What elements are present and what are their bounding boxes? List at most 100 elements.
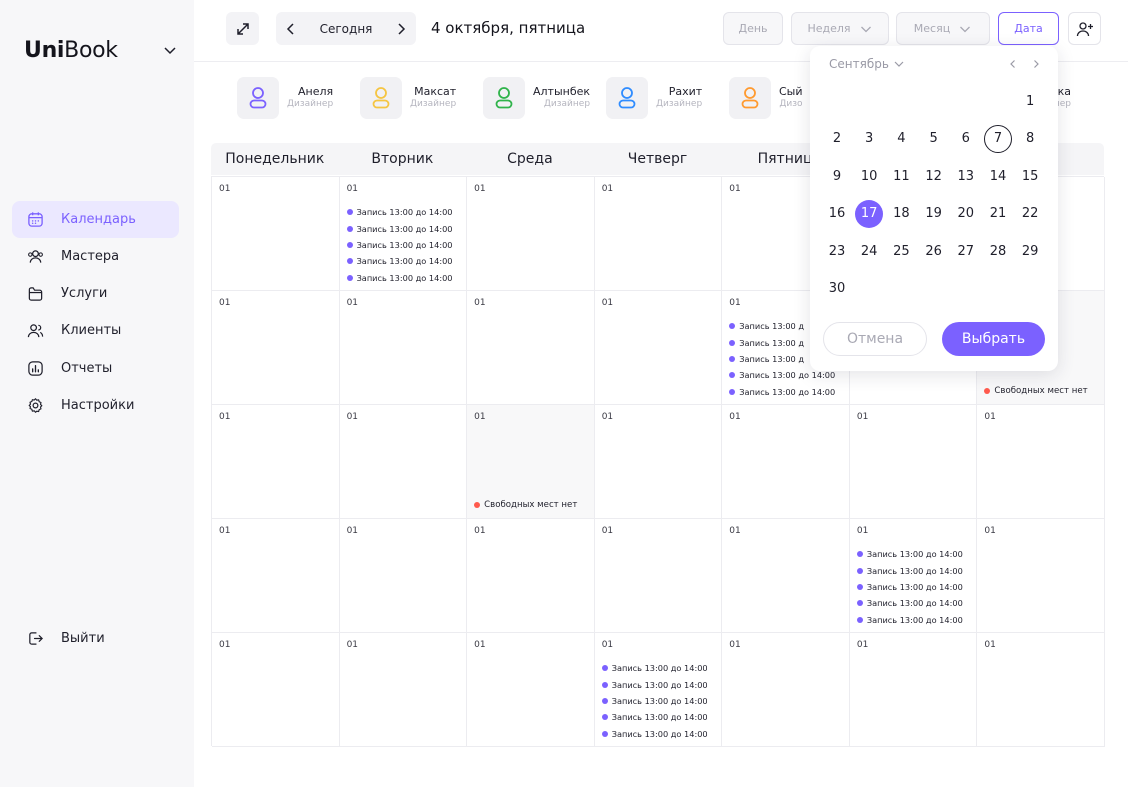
picker-day[interactable]: 13	[952, 162, 980, 190]
sidebar-item-services[interactable]: Услуги	[12, 275, 179, 312]
appointment-event[interactable]: Запись 13:00 до 14:00	[601, 693, 708, 709]
picker-day[interactable]: 27	[952, 237, 980, 265]
picker-day[interactable]: 17	[855, 199, 884, 228]
picker-day[interactable]: 29	[1016, 237, 1044, 265]
chevron-down-icon[interactable]	[162, 42, 178, 58]
appointment-event[interactable]: Запись 13:00 до 14:00	[601, 676, 708, 692]
picker-day[interactable]: 18	[887, 200, 915, 228]
appointment-event[interactable]: Запись 13:00 до 14:00	[856, 546, 963, 562]
master-card[interactable]: Максат Дизайнер	[360, 77, 456, 119]
chevron-right-icon[interactable]	[394, 22, 408, 36]
picker-day[interactable]: 4	[887, 125, 915, 153]
sidebar-item-reports[interactable]: Отчеты	[12, 350, 179, 387]
calendar-day-cell[interactable]: 01 Запись 13:00 до 14:00 Запись 13:00 до 1…	[339, 177, 468, 291]
appointment-event[interactable]: Запись 13:00 до 14:00	[346, 270, 453, 286]
appointment-event[interactable]: Запись 13:00 до 14:00	[346, 220, 453, 236]
calendar-day-cell[interactable]: 01	[849, 633, 978, 747]
calendar-day-cell[interactable]: 01	[977, 519, 1105, 633]
calendar-day-cell[interactable]: 01	[722, 405, 850, 519]
picker-day[interactable]: 21	[984, 200, 1012, 228]
calendar-day-cell[interactable]: 01	[977, 405, 1105, 519]
picker-day[interactable]: 2	[823, 125, 851, 153]
expand-button[interactable]	[226, 12, 259, 45]
picker-day[interactable]: 20	[952, 200, 980, 228]
master-card[interactable]: Рахит Дизайнер	[606, 77, 702, 119]
appointment-event[interactable]: Запись 13:00 до 14:00	[601, 660, 708, 676]
picker-day[interactable]: 8	[1016, 125, 1044, 153]
brand-logo[interactable]: UniBook	[24, 38, 118, 63]
today-button[interactable]: Сегодня	[320, 22, 373, 36]
picker-prev-icon[interactable]	[1007, 58, 1019, 70]
picker-day[interactable]: 14	[984, 162, 1012, 190]
picker-day[interactable]: 10	[855, 162, 883, 190]
calendar-day-cell[interactable]: 01 Запись 13:00 до 14:00 Запись 13:00 до 1…	[849, 519, 978, 633]
picker-day[interactable]: 12	[920, 162, 948, 190]
master-card[interactable]: Анеля Дизайнер	[237, 77, 333, 119]
calendar-day-cell[interactable]: 01	[467, 177, 595, 291]
calendar-day-cell[interactable]: 01	[594, 177, 723, 291]
picker-day[interactable]: 30	[823, 275, 851, 303]
calendar-day-cell[interactable]: 01	[467, 519, 595, 633]
picker-day[interactable]: 16	[823, 200, 851, 228]
picker-day[interactable]: 15	[1016, 162, 1044, 190]
picker-day[interactable]: 24	[855, 237, 883, 265]
master-card[interactable]: Алтынбек Дизайнер	[483, 77, 590, 119]
calendar-day-cell[interactable]: 01	[212, 633, 340, 747]
add-user-button[interactable]	[1068, 12, 1101, 45]
view-week-button[interactable]: Неделя	[791, 12, 889, 45]
appointment-event[interactable]: Запись 13:00 до 14:00	[601, 726, 708, 742]
sidebar-item-calendar[interactable]: Календарь	[12, 201, 179, 238]
sidebar-item-settings[interactable]: Настройки	[12, 387, 179, 424]
calendar-day-cell[interactable]: 01	[339, 291, 468, 405]
appointment-event[interactable]: Запись 13:00 до 14:00	[346, 253, 453, 269]
appointment-event[interactable]: Запись 13:00 до 14:00	[856, 579, 963, 595]
calendar-day-cell[interactable]: 01 Запись 13:00 до 14:00 Запись 13:00 до 1…	[594, 633, 723, 747]
calendar-day-cell[interactable]: 01	[212, 519, 340, 633]
appointment-event[interactable]: Запись 13:00 до 14:00	[856, 562, 963, 578]
select-button[interactable]: Выбрать	[942, 322, 1045, 356]
picker-day[interactable]: 25	[887, 237, 915, 265]
calendar-day-cell[interactable]: 01	[467, 633, 595, 747]
picker-next-icon[interactable]	[1030, 58, 1042, 70]
picker-day[interactable]: 3	[855, 125, 883, 153]
calendar-day-cell[interactable]: 01	[339, 519, 468, 633]
sidebar-item-clients[interactable]: Клиенты	[12, 312, 179, 349]
calendar-day-cell[interactable]: 01	[722, 633, 850, 747]
view-day-button[interactable]: День	[723, 12, 783, 45]
picker-day[interactable]: 26	[920, 237, 948, 265]
appointment-event[interactable]: Запись 13:00 до 14:00	[729, 384, 835, 400]
picker-day[interactable]: 22	[1016, 200, 1044, 228]
calendar-day-cell[interactable]: 01	[977, 633, 1105, 747]
cancel-button[interactable]: Отмена	[823, 322, 927, 356]
calendar-day-cell[interactable]: 01	[594, 519, 723, 633]
calendar-day-cell[interactable]: 01	[212, 405, 340, 519]
picker-day[interactable]: 6	[952, 125, 980, 153]
calendar-day-cell[interactable]: 01	[212, 291, 340, 405]
calendar-day-cell[interactable]: 01	[339, 405, 468, 519]
appointment-event[interactable]: Запись 13:00 до 14:00	[856, 612, 963, 628]
master-card[interactable]: Сый Дизо	[729, 77, 803, 119]
picker-day[interactable]: 5	[920, 125, 948, 153]
calendar-day-cell[interactable]: 01 Свободных мест нет	[467, 405, 595, 519]
picker-day[interactable]: 28	[984, 237, 1012, 265]
date-button[interactable]: Дата	[998, 12, 1059, 45]
picker-day[interactable]: 23	[823, 237, 851, 265]
calendar-day-cell[interactable]: 01	[594, 405, 723, 519]
logout-button[interactable]: Выйти	[12, 620, 179, 657]
picker-day[interactable]: 1	[1016, 87, 1044, 115]
calendar-day-cell[interactable]: 01	[339, 633, 468, 747]
picker-day[interactable]: 19	[920, 200, 948, 228]
sidebar-item-masters[interactable]: Мастера	[12, 238, 179, 275]
picker-day[interactable]: 7	[984, 124, 1012, 153]
picker-day[interactable]: 9	[823, 162, 851, 190]
appointment-event[interactable]: Запись 13:00 до 14:00	[601, 709, 708, 725]
picker-day[interactable]: 11	[887, 162, 915, 190]
calendar-day-cell[interactable]: 01	[722, 519, 850, 633]
calendar-day-cell[interactable]: 01	[467, 291, 595, 405]
appointment-event[interactable]: Запись 13:00 до 14:00	[346, 237, 453, 253]
calendar-day-cell[interactable]: 01	[849, 405, 978, 519]
calendar-day-cell[interactable]: 01	[594, 291, 723, 405]
appointment-event[interactable]: Запись 13:00 до 14:00	[346, 204, 453, 220]
appointment-event[interactable]: Запись 13:00 до 14:00	[856, 595, 963, 611]
chevron-left-icon[interactable]	[284, 22, 298, 36]
